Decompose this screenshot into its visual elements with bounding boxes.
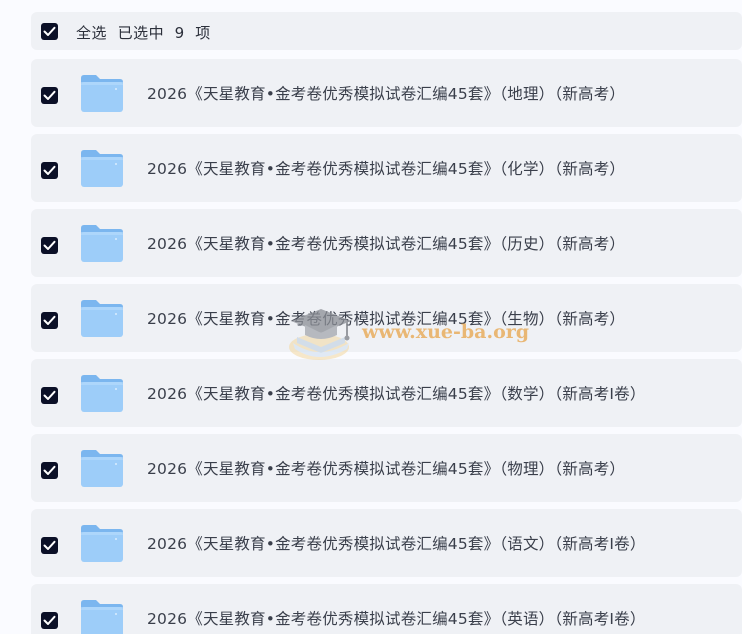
file-name[interactable]: 2026《天星教育•金考卷优秀模拟试卷汇编45套》（地理）（新高考） — [147, 82, 625, 104]
file-row[interactable]: 2026《天星教育•金考卷优秀模拟试卷汇编45套》（生物）（新高考） — [31, 284, 742, 352]
file-checkbox[interactable] — [41, 162, 58, 179]
select-all-checkbox[interactable] — [41, 23, 58, 40]
check-icon — [43, 615, 56, 625]
file-checkbox[interactable] — [41, 462, 58, 479]
file-name[interactable]: 2026《天星教育•金考卷优秀模拟试卷汇编45套》（英语）（新高考Ⅰ卷） — [147, 607, 646, 629]
check-icon — [43, 315, 56, 325]
selected-prefix: 已选中 — [117, 24, 165, 42]
file-name[interactable]: 2026《天星教育•金考卷优秀模拟试卷汇编45套》（语文）（新高考Ⅰ卷） — [147, 532, 646, 554]
file-checkbox[interactable] — [41, 237, 58, 254]
file-name[interactable]: 2026《天星教育•金考卷优秀模拟试卷汇编45套》（物理）（新高考） — [147, 457, 625, 479]
file-row[interactable]: 2026《天星教育•金考卷优秀模拟试卷汇编45套》（化学）（新高考） — [31, 134, 742, 202]
folder-icon — [81, 375, 123, 412]
select-all-label[interactable]: 全选 — [76, 24, 107, 42]
selected-suffix: 项 — [195, 24, 211, 42]
file-checkbox[interactable] — [41, 87, 58, 104]
file-row[interactable]: 2026《天星教育•金考卷优秀模拟试卷汇编45套》（物理）（新高考） — [31, 434, 742, 502]
file-checkbox[interactable] — [41, 537, 58, 554]
check-icon — [43, 540, 56, 550]
file-row[interactable]: 2026《天星教育•金考卷优秀模拟试卷汇编45套》（英语）（新高考Ⅰ卷） — [31, 584, 742, 634]
check-icon — [43, 165, 56, 175]
check-icon — [43, 26, 56, 36]
folder-icon — [81, 150, 123, 187]
file-row[interactable]: 2026《天星教育•金考卷优秀模拟试卷汇编45套》（语文）（新高考Ⅰ卷） — [31, 509, 742, 577]
folder-icon — [81, 225, 123, 262]
folder-icon — [81, 300, 123, 337]
check-icon — [43, 390, 56, 400]
file-checkbox[interactable] — [41, 612, 58, 629]
file-row[interactable]: 2026《天星教育•金考卷优秀模拟试卷汇编45套》（地理）（新高考） — [31, 59, 742, 127]
check-icon — [43, 465, 56, 475]
check-icon — [43, 90, 56, 100]
selection-summary: 全选 已选中 9 项 — [76, 22, 211, 43]
selected-count: 9 — [174, 24, 185, 42]
folder-icon — [81, 75, 123, 112]
select-all-bar: 全选 已选中 9 项 — [31, 12, 742, 50]
file-row[interactable]: 2026《天星教育•金考卷优秀模拟试卷汇编45套》（历史）（新高考） — [31, 209, 742, 277]
folder-icon — [81, 450, 123, 487]
folder-icon — [81, 525, 123, 562]
file-list-page: 全选 已选中 9 项 2026《天星教育•金考卷优秀模拟试卷汇编45套》（地理）… — [0, 0, 742, 634]
folder-icon — [81, 600, 123, 634]
file-name[interactable]: 2026《天星教育•金考卷优秀模拟试卷汇编45套》（数学）（新高考Ⅰ卷） — [147, 382, 646, 404]
check-icon — [43, 240, 56, 250]
file-name[interactable]: 2026《天星教育•金考卷优秀模拟试卷汇编45套》（生物）（新高考） — [147, 307, 625, 329]
file-checkbox[interactable] — [41, 387, 58, 404]
file-name[interactable]: 2026《天星教育•金考卷优秀模拟试卷汇编45套》（化学）（新高考） — [147, 157, 625, 179]
file-name[interactable]: 2026《天星教育•金考卷优秀模拟试卷汇编45套》（历史）（新高考） — [147, 232, 625, 254]
file-checkbox[interactable] — [41, 312, 58, 329]
file-row[interactable]: 2026《天星教育•金考卷优秀模拟试卷汇编45套》（数学）（新高考Ⅰ卷） — [31, 359, 742, 427]
